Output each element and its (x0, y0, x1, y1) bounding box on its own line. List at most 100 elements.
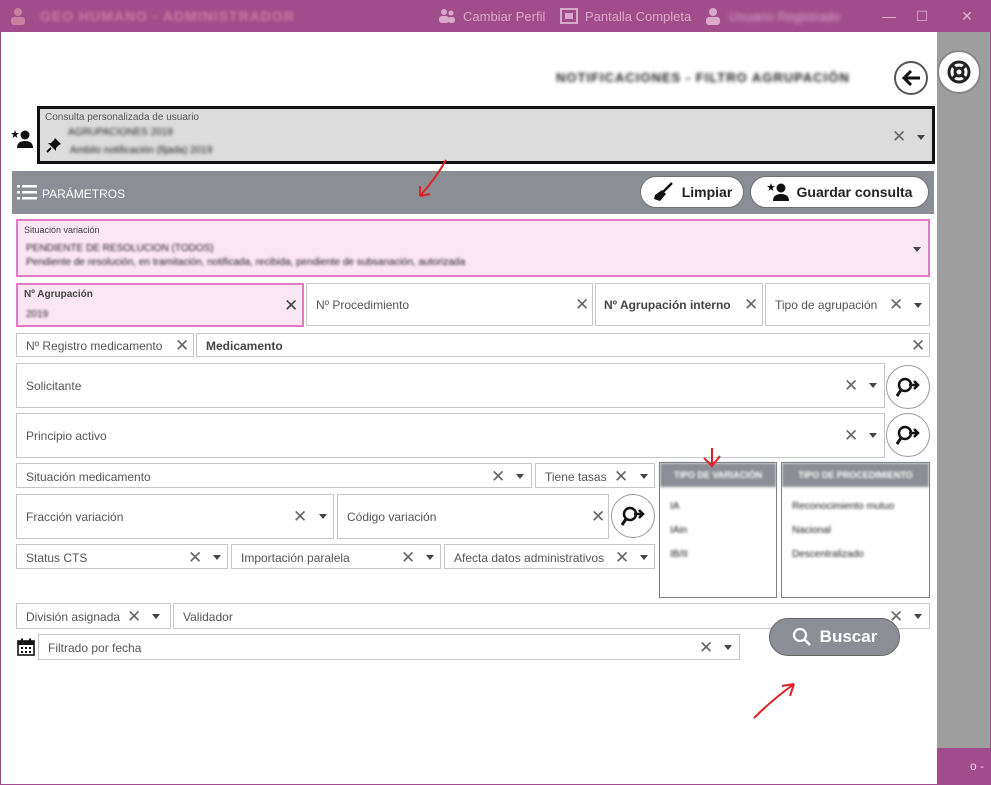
codigo-variacion-placeholder: Código variación (347, 510, 437, 524)
principio-activo-search-button[interactable] (886, 413, 930, 457)
importacion-paralela-select[interactable]: Importación paralela ✕ (231, 544, 441, 569)
tiene-tasas-select[interactable]: Tiene tasas ✕ (535, 463, 655, 488)
codigo-variacion-field[interactable]: Código variación ✕ (337, 494, 609, 539)
tipo-variacion-item[interactable]: IB/II (670, 549, 688, 560)
menu-list-icon (17, 185, 37, 200)
search-person-icon (896, 425, 920, 445)
filtrado-por-fecha-select[interactable]: Filtrado por fecha ✕ (38, 634, 740, 660)
solicitante-clear[interactable]: ✕ (844, 377, 858, 394)
validador-placeholder: Validador (183, 610, 233, 624)
tipo-procedimiento-item[interactable]: Nacional (792, 525, 831, 536)
codigo-variacion-clear[interactable]: ✕ (591, 508, 605, 525)
magnifier-icon (792, 627, 811, 646)
query-dropdown-caret[interactable] (917, 135, 925, 140)
n-registro-medicamento-field[interactable]: Nº Registro medicamento ✕ (16, 333, 194, 357)
medicamento-placeholder: Medicamento (206, 339, 283, 353)
tipo-variacion-list: TIPO DE VARIACIÓN IA IAin IB/II (659, 462, 777, 598)
help-button[interactable] (937, 50, 981, 94)
change-profile-button[interactable]: Cambiar Perfil (437, 6, 545, 26)
medicamento-clear[interactable]: ✕ (911, 337, 925, 354)
codigo-variacion-search-button[interactable] (611, 494, 655, 538)
filtrado-por-fecha-clear[interactable]: ✕ (699, 639, 713, 656)
n-procedimiento-field[interactable]: Nº Procedimiento ✕ (306, 283, 593, 326)
search-button[interactable]: Buscar (769, 618, 900, 656)
situacion-medicamento-select[interactable]: Situación medicamento ✕ (16, 463, 532, 488)
afecta-datos-administrativos-clear[interactable]: ✕ (615, 549, 629, 566)
tipo-agrupacion-clear[interactable]: ✕ (889, 296, 903, 313)
fullscreen-button[interactable]: Pantalla Completa (559, 6, 691, 26)
save-user-star-icon (766, 183, 789, 201)
status-cts-clear[interactable]: ✕ (188, 549, 202, 566)
situacion-variacion-caret[interactable] (913, 247, 921, 252)
division-asignada-placeholder: División asignada (26, 610, 121, 624)
n-agrupacion-field[interactable]: Nº Agrupación 2019 ✕ (16, 283, 304, 327)
status-cts-caret[interactable] (213, 555, 221, 560)
custom-query-name: AGRUPACIONES 2019 (68, 127, 173, 137)
back-arrow-icon (901, 69, 920, 87)
status-cts-select[interactable]: Status CTS ✕ (16, 544, 228, 569)
user-icon (706, 8, 720, 25)
custom-query-select[interactable]: Consulta personalizada de usuario AGRUPA… (37, 106, 935, 164)
afecta-datos-administrativos-placeholder: Afecta datos administrativos (454, 551, 605, 565)
situacion-medicamento-placeholder: Situación medicamento (26, 470, 151, 484)
division-asignada-select[interactable]: División asignada ✕ (16, 603, 171, 629)
clear-button-label: Limpiar (681, 184, 733, 200)
tipo-variacion-item[interactable]: IA (670, 501, 679, 512)
tipo-agrupacion-caret[interactable] (914, 303, 922, 308)
afecta-datos-administrativos-select[interactable]: Afecta datos administrativos ✕ (444, 544, 655, 569)
n-agrupacion-interno-clear[interactable]: ✕ (744, 296, 758, 313)
filtrado-por-fecha-caret[interactable] (724, 645, 732, 650)
tipo-procedimiento-item[interactable]: Descentralizado (792, 549, 864, 560)
principio-activo-clear[interactable]: ✕ (844, 427, 858, 444)
tipo-variacion-header: TIPO DE VARIACIÓN (660, 463, 776, 487)
fullscreen-icon (560, 8, 578, 24)
maximize-button[interactable]: ☐ (913, 7, 931, 25)
tiene-tasas-caret[interactable] (640, 474, 648, 479)
situacion-variacion-select[interactable]: Situación variación PENDIENTE DE RESOLUC… (16, 219, 930, 277)
solicitante-search-button[interactable] (886, 365, 930, 409)
division-asignada-clear[interactable]: ✕ (127, 608, 141, 625)
importacion-paralela-clear[interactable]: ✕ (401, 549, 415, 566)
tipo-procedimiento-header: TIPO DE PROCEDIMIENTO (782, 463, 929, 487)
tipo-agrupacion-select[interactable]: Tipo de agrupación ✕ (765, 283, 930, 326)
n-agrupacion-label: Nº Agrupación (24, 289, 93, 300)
n-registro-medicamento-clear[interactable]: ✕ (175, 337, 189, 354)
custom-query-description: Ambito notificación (fijada) 2019 (70, 145, 213, 155)
clear-query-button[interactable]: ✕ (892, 128, 906, 145)
parameters-header: PARÁMETROS Limpiar Guardar consulta (12, 171, 934, 214)
tipo-variacion-item[interactable]: IAin (670, 525, 687, 536)
background-footer: o - PREP (937, 748, 990, 784)
principio-activo-select[interactable]: Principio activo ✕ (16, 413, 885, 458)
division-asignada-caret[interactable] (152, 614, 160, 619)
close-window-button[interactable]: ✕ (958, 7, 976, 25)
n-procedimiento-clear[interactable]: ✕ (575, 296, 589, 313)
validador-caret[interactable] (914, 614, 922, 619)
situacion-medicamento-clear[interactable]: ✕ (491, 468, 505, 485)
tiene-tasas-clear[interactable]: ✕ (614, 468, 628, 485)
user-menu-button[interactable]: Usuario Registrado (703, 6, 840, 26)
n-agrupacion-interno-field[interactable]: Nº Agrupación interno ✕ (595, 283, 763, 326)
afecta-datos-administrativos-caret[interactable] (640, 555, 648, 560)
minimize-button[interactable]: — (880, 7, 898, 25)
n-agrupacion-interno-placeholder: Nº Agrupación interno (604, 298, 731, 312)
user-label: Usuario Registrado (729, 8, 841, 24)
parameters-title: PARÁMETROS (42, 187, 126, 201)
add-user-star-icon (11, 130, 33, 148)
save-query-button[interactable]: Guardar consulta (750, 176, 929, 208)
principio-activo-caret[interactable] (869, 433, 877, 438)
tipo-procedimiento-item[interactable]: Reconocimiento mutuo (792, 501, 894, 512)
fullscreen-label: Pantalla Completa (585, 8, 692, 24)
fraccion-variacion-select[interactable]: Fracción variación ✕ (16, 494, 334, 539)
fraccion-variacion-clear[interactable]: ✕ (293, 508, 307, 525)
n-procedimiento-placeholder: Nº Procedimiento (316, 298, 410, 312)
principio-activo-placeholder: Principio activo (26, 429, 107, 443)
importacion-paralela-caret[interactable] (426, 555, 434, 560)
situacion-medicamento-caret[interactable] (516, 474, 524, 479)
clear-button[interactable]: Limpiar (640, 176, 744, 208)
n-agrupacion-clear[interactable]: ✕ (284, 297, 298, 314)
solicitante-caret[interactable] (869, 383, 877, 388)
fraccion-variacion-caret[interactable] (319, 514, 327, 519)
medicamento-field[interactable]: Medicamento ✕ (196, 333, 930, 357)
back-button[interactable] (894, 61, 928, 95)
solicitante-select[interactable]: Solicitante ✕ (16, 363, 885, 408)
